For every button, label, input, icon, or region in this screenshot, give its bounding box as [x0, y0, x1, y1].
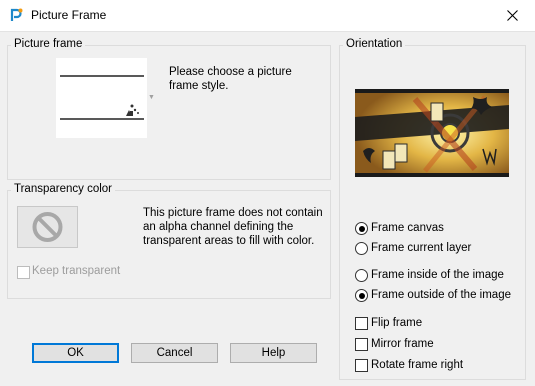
- mirror-frame-label: Mirror frame: [371, 338, 434, 350]
- radio-frame-outside-label: Frame outside of the image: [371, 289, 511, 301]
- radio-frame-current-layer[interactable]: [355, 242, 368, 255]
- flip-frame-checkbox[interactable]: [355, 317, 368, 330]
- radio-frame-current-layer-label: Frame current layer: [371, 242, 472, 254]
- cancel-button[interactable]: Cancel: [131, 343, 218, 363]
- window-title: Picture Frame: [31, 8, 107, 22]
- picture-frame-group-label: Picture frame: [11, 38, 86, 50]
- rotate-frame-right-checkbox[interactable]: [355, 359, 368, 372]
- keep-transparent-checkbox[interactable]: [17, 266, 30, 279]
- close-button[interactable]: [489, 0, 535, 31]
- radio-frame-inside-label: Frame inside of the image: [371, 269, 504, 281]
- frame-style-picker[interactable]: [56, 58, 147, 138]
- ok-button[interactable]: OK: [32, 343, 119, 363]
- orientation-group-label: Orientation: [343, 38, 406, 50]
- transparency-color-group-label: Transparency color: [11, 183, 116, 195]
- radio-frame-inside[interactable]: [355, 269, 368, 282]
- flip-frame-label: Flip frame: [371, 317, 423, 329]
- radio-frame-canvas[interactable]: [355, 222, 368, 235]
- prohibited-icon: [32, 212, 63, 242]
- orientation-preview-image: [355, 89, 509, 177]
- alpha-channel-message: This picture frame does not contain an a…: [143, 207, 323, 247]
- frame-style-thumbnail: [60, 75, 144, 120]
- rotate-frame-right-label: Rotate frame right: [371, 359, 464, 371]
- radio-frame-outside[interactable]: [355, 289, 368, 302]
- transparency-color-swatch[interactable]: [17, 206, 78, 248]
- keep-transparent-label: Keep transparent: [32, 265, 121, 277]
- help-button[interactable]: Help: [230, 343, 317, 363]
- title-bar: Picture Frame: [0, 0, 535, 32]
- close-icon: [506, 10, 518, 21]
- frame-style-instruction: Please choose a picture frame style.: [169, 66, 292, 92]
- mirror-frame-checkbox[interactable]: [355, 338, 368, 351]
- paintshop-pro-icon: [10, 8, 24, 22]
- chevron-down-icon[interactable]: ▼: [148, 94, 155, 101]
- radio-frame-canvas-label: Frame canvas: [371, 222, 444, 234]
